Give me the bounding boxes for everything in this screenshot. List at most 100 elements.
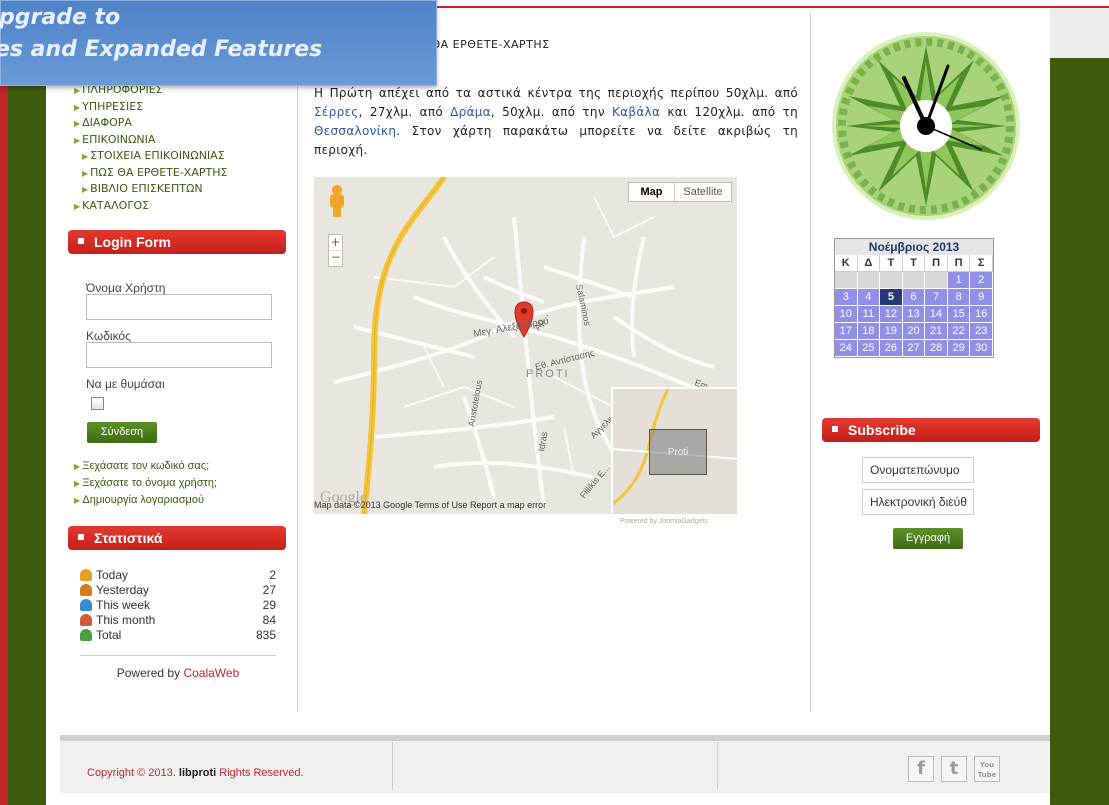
user-icon [80, 599, 92, 611]
password-label: Κωδικός [86, 329, 131, 343]
calendar-day[interactable]: 6 [902, 289, 926, 306]
footer-divider [392, 742, 393, 790]
upgrade-promo-banner[interactable]: pgrade to es and Expanded Features [0, 0, 437, 86]
link-drama[interactable]: Δράμα [450, 105, 491, 119]
username-label: Όνομα Χρήστη [86, 281, 166, 295]
calendar-day[interactable]: 13 [902, 306, 926, 323]
calendar-weekday: Π [925, 255, 948, 272]
password-input[interactable] [86, 342, 272, 368]
calendar-day[interactable]: 15 [947, 306, 971, 323]
forgot-password-link[interactable]: ▶ Ξεχάσατε τον κωδικό σας; [74, 458, 217, 475]
calendar-day[interactable]: 25 [857, 340, 881, 357]
calendar-day[interactable]: 12 [880, 306, 903, 323]
stat-row-total: Total 835 [80, 628, 276, 643]
calendar-day[interactable]: 11 [857, 306, 881, 323]
menu-item-contact-details[interactable]: ▶ ΣΤΟΙΧΕΙΑ ΕΠΙΚΟΙΝΩΝΙΑΣ [74, 148, 227, 165]
map-type-satellite-button[interactable]: Satellite [675, 183, 731, 201]
menu-item-services[interactable]: ▶ ΥΠΗΡΕΣΙΕΣ [74, 99, 227, 116]
street-view-pegman-icon[interactable] [328, 185, 346, 217]
calendar-day[interactable]: 18 [857, 323, 881, 340]
calendar-weekday: Κ [835, 255, 858, 272]
menu-item-catalog[interactable]: ▶ ΚΑΤΑΛΟΓΟΣ [74, 198, 227, 215]
calendar-day[interactable]: 23 [970, 323, 993, 340]
remember-label: Να με θυμάσαι [86, 377, 165, 391]
menu-item-directions-map[interactable]: ▶ ΠΩΣ ΘΑ ΕΡΘΕΤΕ-ΧΑΡΤΗΣ [74, 165, 227, 182]
calendar-weekday: Π [947, 255, 971, 272]
calendar-day[interactable]: 5 [880, 289, 903, 306]
overview-map-inset[interactable]: Proti [611, 387, 737, 514]
menu-item-guestbook[interactable]: ▶ ΒΙΒΛΙΟ ΕΠΙΣΚΕΠΤΩΝ [74, 181, 227, 198]
calendar-month-title: Νοέμβριος 2013 [835, 239, 993, 255]
remember-checkbox[interactable] [91, 397, 104, 410]
user-icon [80, 569, 92, 581]
powered-by-joomlagadgets: Powered by JoomlaGadgets [620, 518, 708, 525]
forgot-username-link[interactable]: ▶ Ξεχάσατε το όνομα χρήστη; [74, 475, 217, 492]
link-thessaloniki[interactable]: Θεσσαλονίκη [314, 124, 396, 138]
menu-item-misc[interactable]: ▶ ΔΙΑΦΟΡΑ [74, 115, 227, 132]
calendar-day[interactable]: 4 [857, 289, 881, 306]
calendar-widget: Νοέμβριος 2013 Κ Δ Τ Τ Π Π Σ 1 2 3 4 5 6 7 8 9 10… [834, 238, 994, 358]
coalaweb-link[interactable]: CoalaWeb [183, 666, 239, 680]
calendar-day[interactable]: 20 [902, 323, 926, 340]
login-links: ▶ Ξεχάσατε τον κωδικό σας; ▶ Ξεχάσατε το… [74, 458, 217, 509]
calendar-day[interactable]: 26 [880, 340, 903, 357]
calendar-day[interactable]: 10 [835, 306, 858, 323]
calendar-day[interactable]: 30 [970, 340, 993, 357]
overview-viewport[interactable]: Proti [649, 429, 707, 475]
google-map[interactable]: Μεγ. Αλεξάνδρου Εθ. Αντίστασης Salaminos… [314, 177, 737, 514]
map-credit: Map data ©2013 Google Terms of Use Repor… [314, 500, 547, 510]
powered-by: Powered by CoalaWeb [116, 666, 240, 680]
calendar-grid: Κ Δ Τ Τ Π Π Σ 1 2 3 4 5 6 7 8 9 10 11 12 13 14 15 16 17 1… [835, 255, 993, 357]
user-icon [80, 629, 92, 641]
calendar-day[interactable]: 21 [925, 323, 948, 340]
calendar-day[interactable]: 1 [947, 272, 971, 289]
calendar-day[interactable]: 19 [880, 323, 903, 340]
calendar-empty-cell [835, 272, 858, 289]
calendar-day[interactable]: 3 [835, 289, 858, 306]
calendar-day[interactable]: 29 [947, 340, 971, 357]
user-icon [80, 584, 92, 596]
calendar-weekday: Δ [857, 255, 881, 272]
calendar-empty-cell [925, 272, 948, 289]
subscribe-name-input[interactable]: Ονοματεπώνυμο [862, 457, 974, 483]
calendar-day[interactable]: 16 [970, 306, 993, 323]
youtube-icon[interactable]: You Tube [974, 756, 1000, 782]
promo-line-2: es and Expanded Features [0, 37, 323, 62]
calendar-day[interactable]: 14 [925, 306, 948, 323]
subscribe-header: Subscribe [822, 418, 1040, 442]
footer-divider [717, 742, 718, 790]
calendar-day[interactable]: 17 [835, 323, 858, 340]
calendar-day[interactable]: 24 [835, 340, 858, 357]
subscribe-button[interactable]: Εγγραφή [893, 528, 963, 549]
calendar-day[interactable]: 7 [925, 289, 948, 306]
stat-row-yesterday: Yesterday 27 [80, 583, 276, 598]
login-button[interactable]: Σύνδεση [87, 422, 157, 443]
zoom-out-button[interactable]: − [329, 251, 342, 267]
link-serres[interactable]: Σέρρες [314, 105, 359, 119]
calendar-day[interactable]: 2 [970, 272, 993, 289]
calendar-day[interactable]: 22 [947, 323, 971, 340]
user-icon [80, 614, 92, 626]
calendar-empty-cell [880, 272, 903, 289]
calendar-day[interactable]: 8 [947, 289, 971, 306]
subscribe-email-input[interactable]: Ηλεκτρονική διεύθ [862, 489, 974, 515]
right-column-divider [810, 14, 811, 712]
stats-header: Στατιστικά [68, 526, 286, 550]
calendar-weekday: Τ [902, 255, 926, 272]
calendar-day[interactable]: 28 [925, 340, 948, 357]
twitter-icon[interactable]: t [941, 756, 967, 782]
calendar-empty-cell [902, 272, 926, 289]
calendar-weekday: Τ [880, 255, 903, 272]
menu-item-contact[interactable]: ▶ ΕΠΙΚΟΙΝΩΝΙΑ [74, 132, 227, 149]
calendar-day[interactable]: 9 [970, 289, 993, 306]
create-account-link[interactable]: ▶ Δημιουργία λογαριασμού [74, 492, 217, 509]
map-type-map-button[interactable]: Map [629, 183, 675, 201]
left-background [8, 0, 46, 805]
town-label: PROTI [526, 368, 570, 380]
facebook-icon[interactable]: f [908, 756, 934, 782]
top-red-line [437, 6, 1109, 8]
zoom-in-button[interactable]: + [329, 235, 342, 251]
link-kavala[interactable]: Καβάλα [612, 105, 660, 119]
calendar-day[interactable]: 27 [902, 340, 926, 357]
username-input[interactable] [86, 294, 272, 320]
